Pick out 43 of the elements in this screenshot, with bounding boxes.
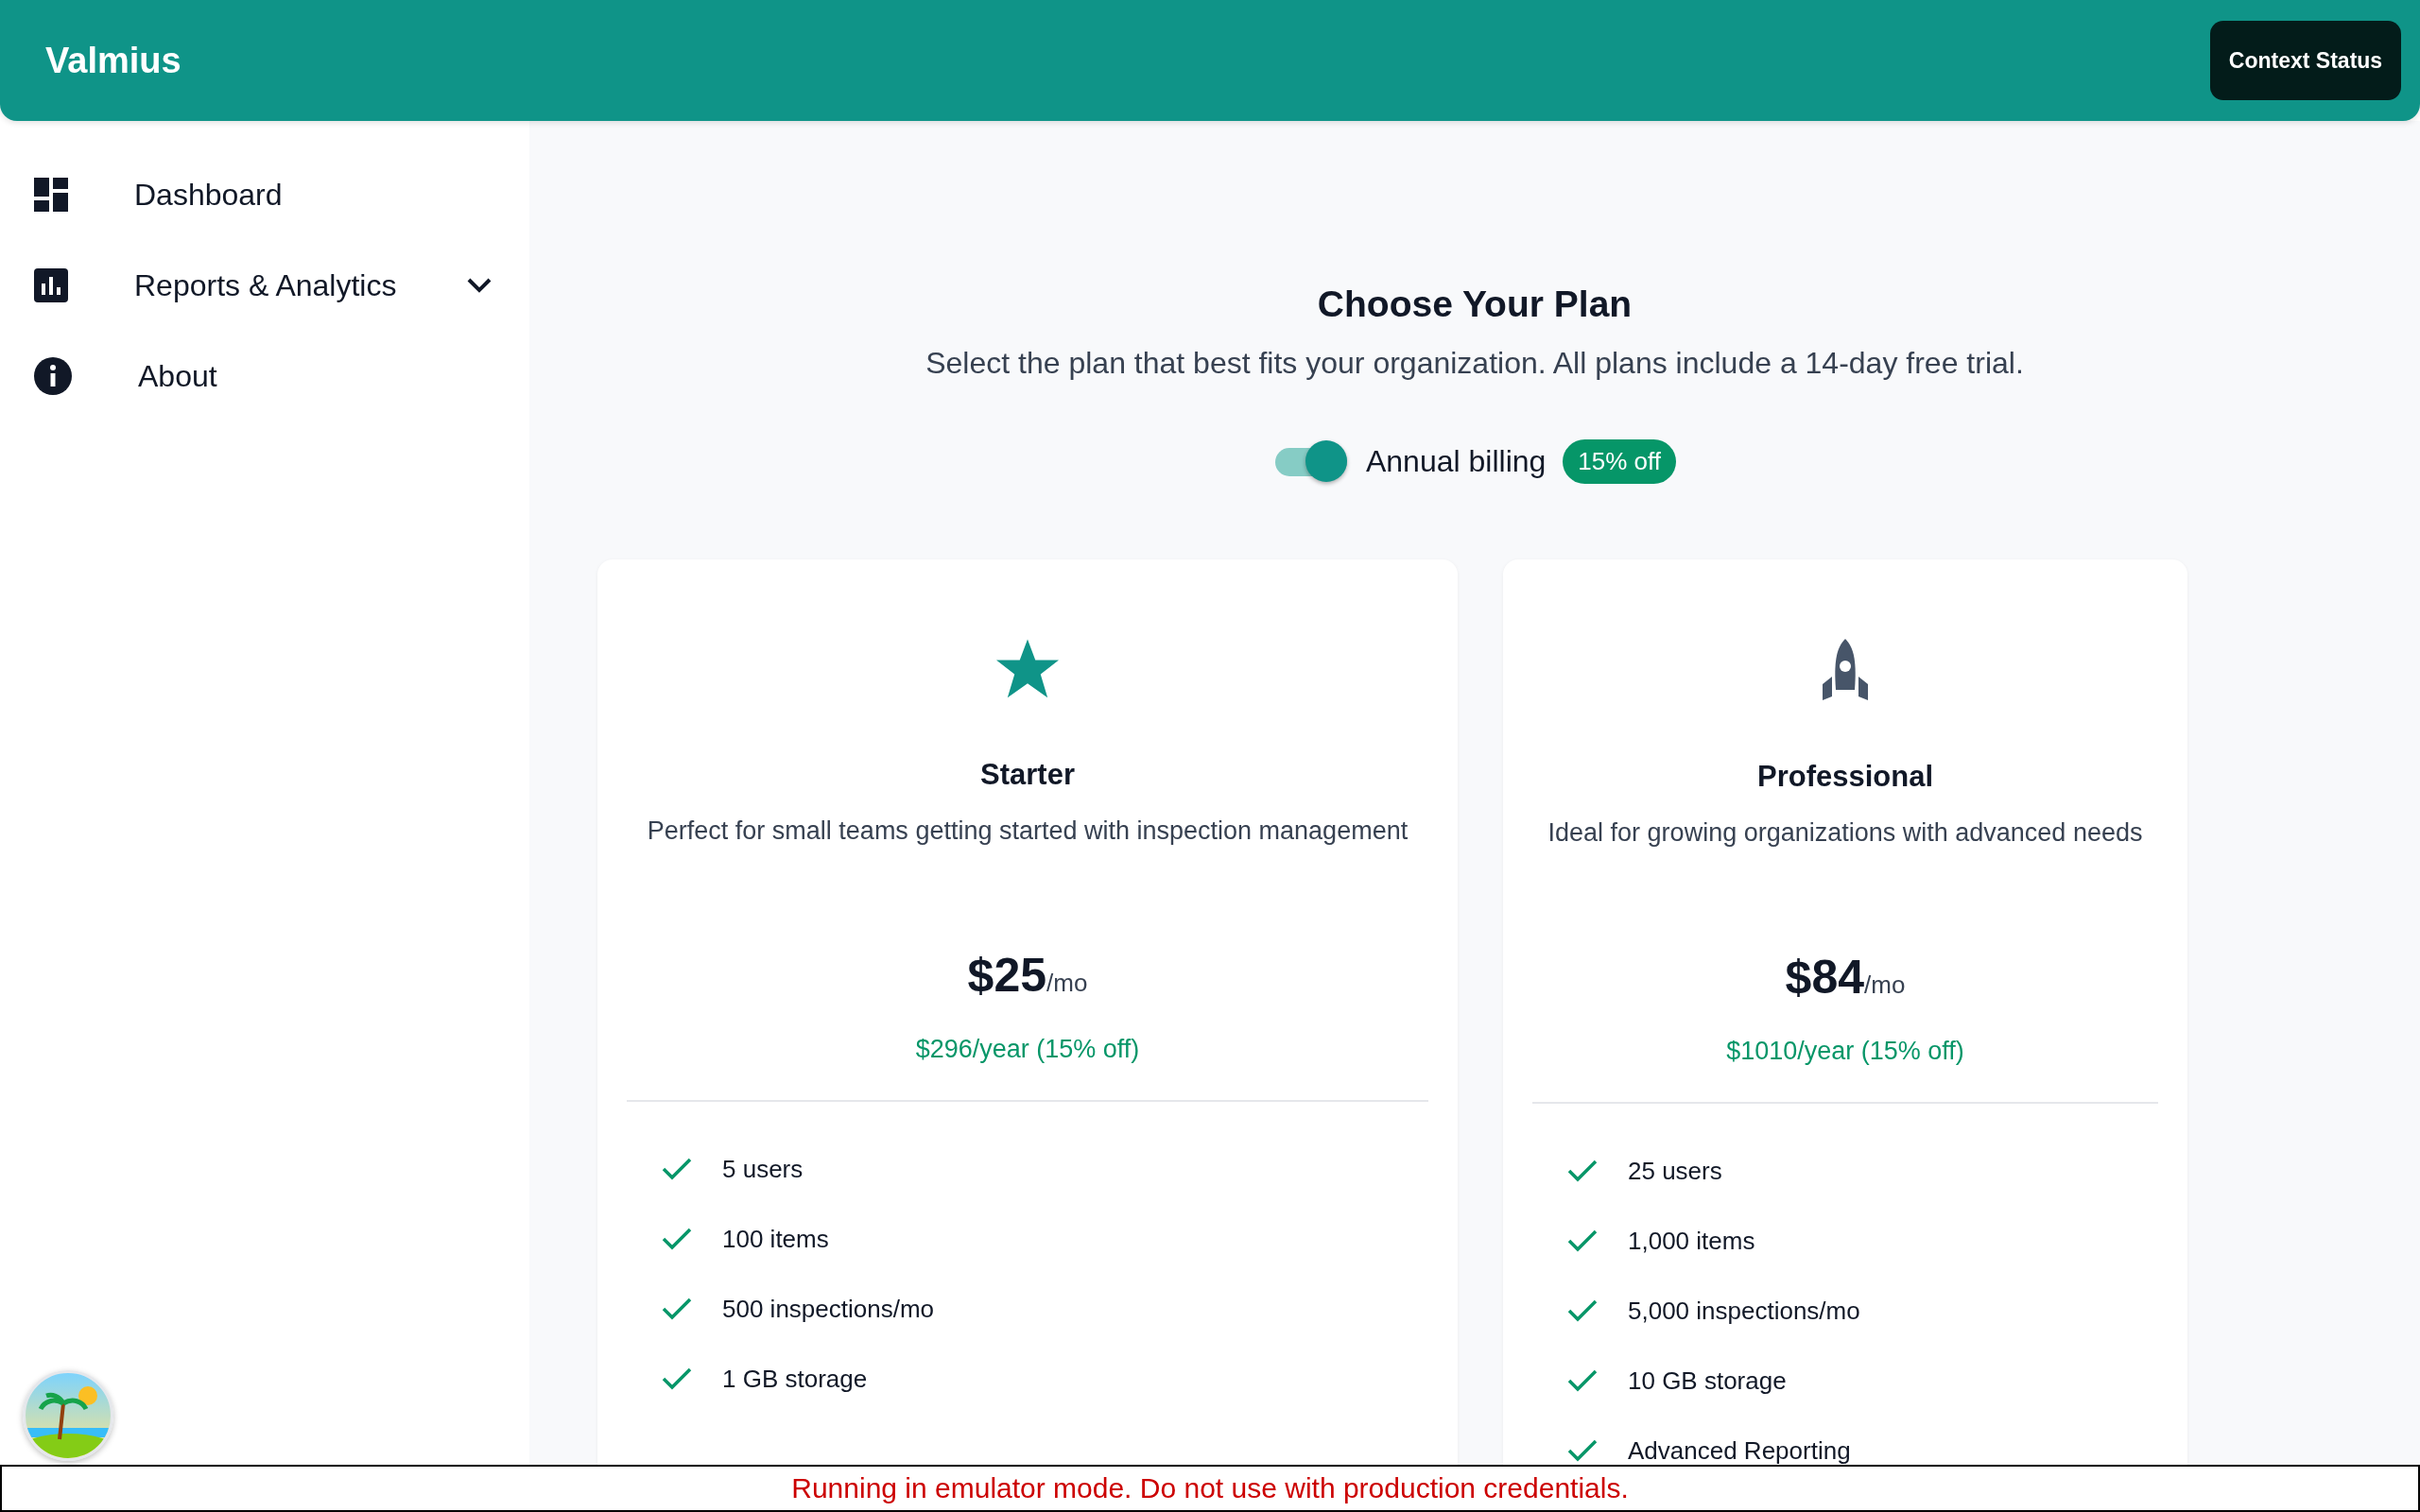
check-icon bbox=[1567, 1229, 1598, 1252]
feature-text: 1 GB storage bbox=[722, 1364, 868, 1394]
check-icon bbox=[662, 1228, 692, 1250]
plan-name: Starter bbox=[980, 758, 1075, 792]
price-period: /mo bbox=[1046, 969, 1088, 998]
plan-name: Professional bbox=[1756, 760, 1934, 794]
bar-chart-icon bbox=[34, 268, 68, 302]
check-icon bbox=[662, 1158, 692, 1180]
plan-description: Ideal for growing organizations with advanced needs bbox=[1547, 818, 2143, 848]
feature-text: 500 inspections/mo bbox=[722, 1294, 935, 1324]
info-icon bbox=[34, 357, 72, 395]
feature-text: 1,000 items bbox=[1628, 1226, 1755, 1256]
yearly-price: $296/year (15% off) bbox=[915, 1035, 1140, 1064]
feature-text: 5 users bbox=[722, 1154, 804, 1184]
chevron-down-icon bbox=[467, 278, 492, 293]
yearly-price: $1010/year (15% off) bbox=[1726, 1037, 1964, 1066]
page-title: Choose Your Plan bbox=[1317, 284, 1633, 325]
check-icon bbox=[1567, 1299, 1598, 1322]
plan-price: $25 bbox=[967, 948, 1047, 1003]
plan-description: Perfect for small teams getting started with inspection management bbox=[647, 816, 1409, 846]
context-status-button[interactable]: Context Status bbox=[2210, 21, 2401, 100]
discount-badge: 15% off bbox=[1563, 439, 1677, 484]
feature-text: 5,000 inspections/mo bbox=[1628, 1296, 1860, 1326]
page-subtitle: Select the plan that best fits your organization. All plans include a 14-day free trial. bbox=[925, 346, 2024, 381]
dashboard-icon bbox=[34, 178, 68, 212]
feature-text: 25 users bbox=[1628, 1156, 1722, 1186]
toggle-label: Annual billing bbox=[1365, 444, 1547, 479]
check-icon bbox=[662, 1367, 692, 1390]
feature-text: Advanced Reporting bbox=[1628, 1435, 1851, 1466]
brand-name: Valmius bbox=[45, 40, 182, 81]
check-icon bbox=[1567, 1439, 1598, 1462]
feature-text: 100 items bbox=[722, 1224, 829, 1254]
check-icon bbox=[1567, 1160, 1598, 1182]
price-period: /mo bbox=[1864, 971, 1906, 1000]
sidebar-item[interactable]: Dashboard bbox=[0, 149, 529, 240]
sidebar-item[interactable]: About bbox=[0, 331, 529, 421]
emulator-warning-banner: Running in emulator mode. Do not use with production credentials. bbox=[0, 1465, 2420, 1512]
feature-text: 10 GB storage bbox=[1628, 1366, 1787, 1396]
check-icon bbox=[662, 1297, 692, 1320]
sidebar-item[interactable]: Reports & Analytics bbox=[0, 240, 529, 331]
star-icon bbox=[996, 639, 1059, 699]
check-icon bbox=[1567, 1369, 1598, 1392]
plan-price: $84 bbox=[1785, 950, 1865, 1005]
